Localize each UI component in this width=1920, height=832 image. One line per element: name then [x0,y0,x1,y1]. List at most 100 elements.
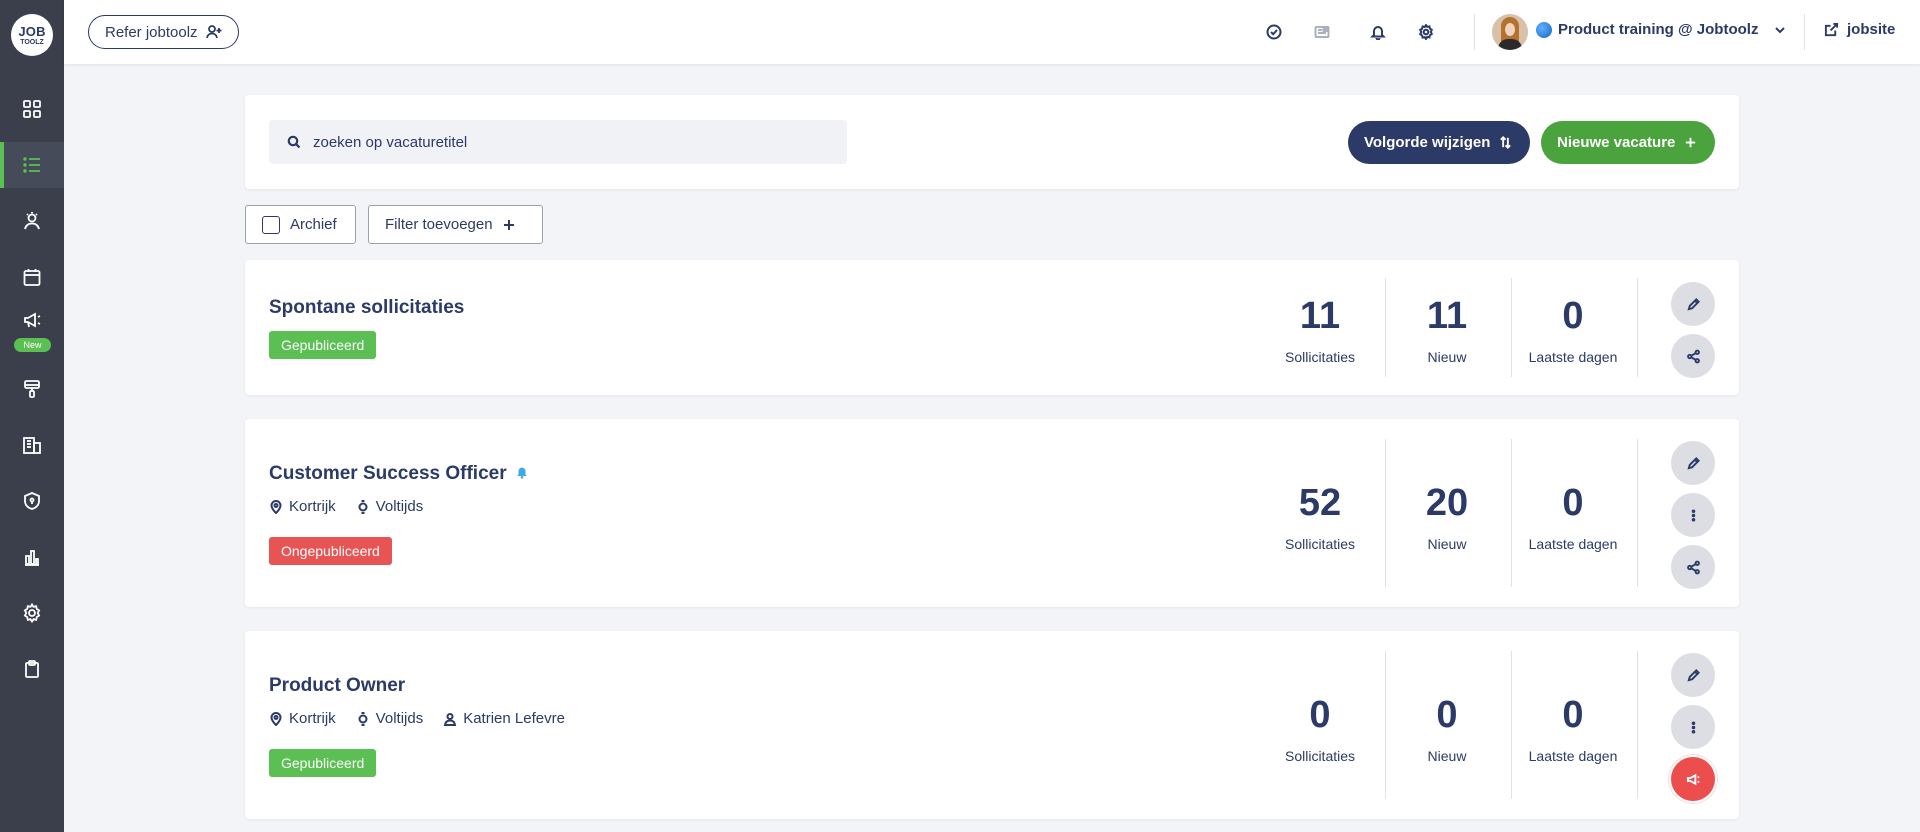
more-vertical-icon [1691,720,1695,734]
stat-divider [1637,439,1638,587]
chevron-down-icon [1775,26,1786,33]
share-icon [1686,349,1700,363]
refer-jobtoolz-button[interactable]: Refer jobtoolz [88,15,239,49]
location: Kortrijk [269,498,336,515]
more-options-button[interactable] [1671,493,1715,537]
sidebar-item-instellingen[interactable] [0,590,64,636]
calendar-icon [23,269,41,286]
share-button[interactable] [1671,334,1715,378]
new-stat[interactable]: 11 Nieuw [1384,297,1510,365]
bell-icon[interactable] [1367,21,1389,43]
recent-stat[interactable]: 0 Laatste dagen [1510,696,1636,764]
job-card[interactable]: Customer Success Officer Kortrijk Voltij… [245,419,1739,607]
archive-checkbox[interactable] [262,215,280,234]
stat-divider [1637,278,1638,377]
sidebar-item-vacatures[interactable] [0,142,64,188]
user-icon [444,712,457,726]
location-pin-icon [270,711,282,726]
gear-icon [23,603,41,623]
sort-arrows-icon [1500,136,1512,149]
status-badge: Gepubliceerd [269,331,377,359]
sidebar-item-campagnes[interactable] [0,300,64,340]
applications-stat[interactable]: 0 Sollicitaties [1257,696,1383,764]
new-vacancy-button[interactable]: Nieuwe vacature [1541,121,1715,164]
new-stat[interactable]: 0 Nieuw [1384,696,1510,764]
sidebar-item-branding[interactable] [0,366,64,412]
reorder-button[interactable]: Volgorde wijzigen [1348,121,1530,164]
location-pin-icon [270,499,282,514]
applications-stat[interactable]: 11 Sollicitaties [1257,297,1383,365]
promote-button[interactable] [1671,757,1715,801]
sidebar-item-rapporten[interactable] [0,534,64,580]
owner: Katrien Lefevre [443,710,565,727]
archive-filter[interactable]: Archief [245,205,356,244]
list-icon [23,157,40,173]
external-link-icon [1824,22,1839,37]
sidebar-item-dashboard[interactable] [0,86,64,132]
plus-icon [1686,137,1696,148]
topbar: Refer jobtoolz Product training @ Jobtoo… [64,0,1920,64]
sidebar-item-kandidaten[interactable] [0,198,64,244]
jobtoolz-logo[interactable]: JOB TOOLZ [11,14,53,56]
job-card[interactable]: Product Owner Kortrijk Voltijds Katrien … [245,631,1739,819]
job-title[interactable]: Product Owner [269,675,405,697]
pencil-icon [1686,668,1700,682]
job-title[interactable]: Customer Success Officer [269,463,529,485]
megaphone-icon [1686,773,1700,785]
building-icon [23,437,41,454]
watch-icon [358,499,368,514]
settings-gear-icon[interactable] [1415,21,1437,43]
watch-icon [358,711,368,726]
regime: Voltijds [356,710,423,727]
user-avatar[interactable] [1492,14,1528,50]
organization-switcher[interactable]: Product training @ Jobtoolz [1536,21,1786,38]
status-badge: Gepubliceerd [269,749,377,777]
edit-button[interactable] [1671,282,1715,326]
megaphone-icon [24,312,41,328]
jobsite-link[interactable]: jobsite [1824,21,1895,38]
search-input[interactable] [313,133,833,151]
globe-icon [1536,21,1552,38]
topbar-divider [1804,14,1805,50]
search-box[interactable] [269,120,847,164]
job-meta: Kortrijk Voltijds Katrien Lefevre [269,710,565,727]
job-title[interactable]: Spontane sollicitaties [269,297,464,319]
more-vertical-icon [1691,508,1695,522]
add-user-icon [205,25,222,39]
status-badge: Ongepubliceerd [269,537,392,565]
location: Kortrijk [269,710,336,727]
recent-stat[interactable]: 0 Laatste dagen [1510,297,1636,365]
sidebar-item-bedrijven[interactable] [0,422,64,468]
sidebar-item-jobs[interactable] [0,646,64,692]
sidebar-item-agenda[interactable] [0,254,64,300]
topbar-divider [1474,14,1475,50]
sidebar-item-privacy[interactable] [0,478,64,524]
pencil-icon [1686,297,1700,311]
regime: Voltijds [356,498,423,515]
new-vacancy-label: Nieuwe vacature [1557,134,1676,151]
share-icon [1686,560,1700,574]
tasks-check-icon[interactable] [1263,21,1285,43]
job-card[interactable]: Spontane sollicitaties Gepubliceerd 11 S… [245,260,1739,395]
notification-bell-icon [515,463,529,485]
search-card: Volgorde wijzigen Nieuwe vacature [245,95,1739,189]
archive-label: Archief [290,216,337,233]
job-meta: Kortrijk Voltijds [269,498,423,515]
shield-icon [24,492,40,510]
sidebar: JOB TOOLZ New [0,0,64,832]
share-button[interactable] [1671,545,1715,589]
more-options-button[interactable] [1671,705,1715,749]
edit-button[interactable] [1671,653,1715,697]
recent-stat[interactable]: 0 Laatste dagen [1510,484,1636,552]
news-icon[interactable] [1311,21,1333,43]
jobsite-label: jobsite [1847,21,1896,38]
add-filter-button[interactable]: Filter toevoegen [368,205,543,244]
new-stat[interactable]: 20 Nieuw [1384,484,1510,552]
clipboard-icon [25,660,39,678]
applications-stat[interactable]: 52 Sollicitaties [1257,484,1383,552]
plus-icon [503,219,514,230]
edit-button[interactable] [1671,441,1715,485]
organization-label: Product training @ Jobtoolz [1558,21,1759,38]
add-filter-label: Filter toevoegen [385,216,493,233]
search-icon [287,135,301,149]
